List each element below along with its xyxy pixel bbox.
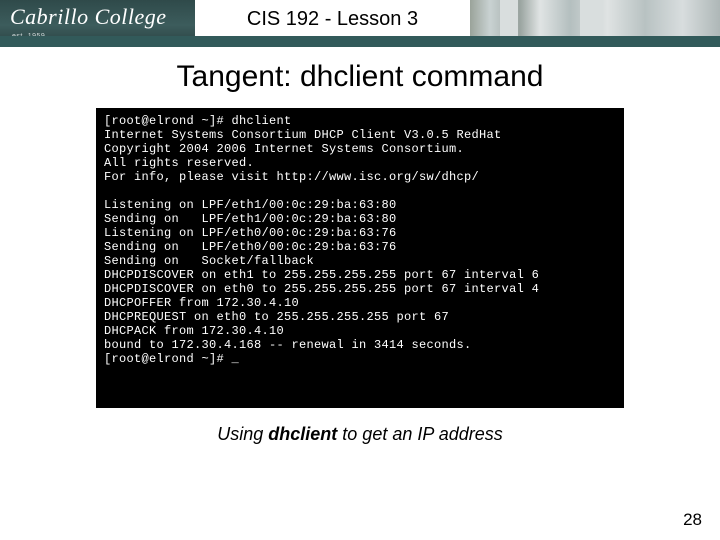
terminal-line: [root@elrond ~]# dhclient	[104, 114, 292, 128]
terminal-line: DHCPACK from 172.30.4.10	[104, 324, 284, 338]
logo-text: Cabrillo College	[10, 4, 167, 30]
terminal-line: Internet Systems Consortium DHCP Client …	[104, 128, 502, 142]
teal-band-left	[0, 36, 195, 47]
terminal-line: DHCPDISCOVER on eth0 to 255.255.255.255 …	[104, 282, 539, 296]
course-title: CIS 192 - Lesson 3	[195, 0, 470, 38]
terminal-line: DHCPREQUEST on eth0 to 255.255.255.255 p…	[104, 310, 449, 324]
terminal-line: Copyright 2004 2006 Internet Systems Con…	[104, 142, 464, 156]
teal-band-right	[193, 36, 720, 47]
caption-command: dhclient	[268, 424, 337, 444]
terminal-line: DHCPOFFER from 172.30.4.10	[104, 296, 299, 310]
terminal-line: DHCPDISCOVER on eth1 to 255.255.255.255 …	[104, 268, 539, 282]
caption-prefix: Using	[217, 424, 268, 444]
terminal-line: Sending on LPF/eth0/00:0c:29:ba:63:76	[104, 240, 397, 254]
terminal-line: Sending on LPF/eth1/00:0c:29:ba:63:80	[104, 212, 397, 226]
terminal-line: [root@elrond ~]# _	[104, 352, 239, 366]
page-number: 28	[683, 510, 702, 530]
terminal-line: bound to 172.30.4.168 -- renewal in 3414…	[104, 338, 472, 352]
slide: Cabrillo College est. 1959 CIS 192 - Les…	[0, 0, 720, 540]
terminal-output: [root@elrond ~]# dhclient Internet Syste…	[96, 108, 624, 408]
terminal-line: Listening on LPF/eth1/00:0c:29:ba:63:80	[104, 198, 397, 212]
caption: Using dhclient to get an IP address	[0, 424, 720, 445]
terminal-line: Listening on LPF/eth0/00:0c:29:ba:63:76	[104, 226, 397, 240]
caption-suffix: to get an IP address	[337, 424, 502, 444]
terminal-line: All rights reserved.	[104, 156, 254, 170]
slide-title: Tangent: dhclient command	[0, 60, 720, 94]
slide-header: Cabrillo College est. 1959 CIS 192 - Les…	[0, 0, 720, 42]
terminal-line: Sending on Socket/fallback	[104, 254, 314, 268]
terminal-line: For info, please visit http://www.isc.or…	[104, 170, 479, 184]
